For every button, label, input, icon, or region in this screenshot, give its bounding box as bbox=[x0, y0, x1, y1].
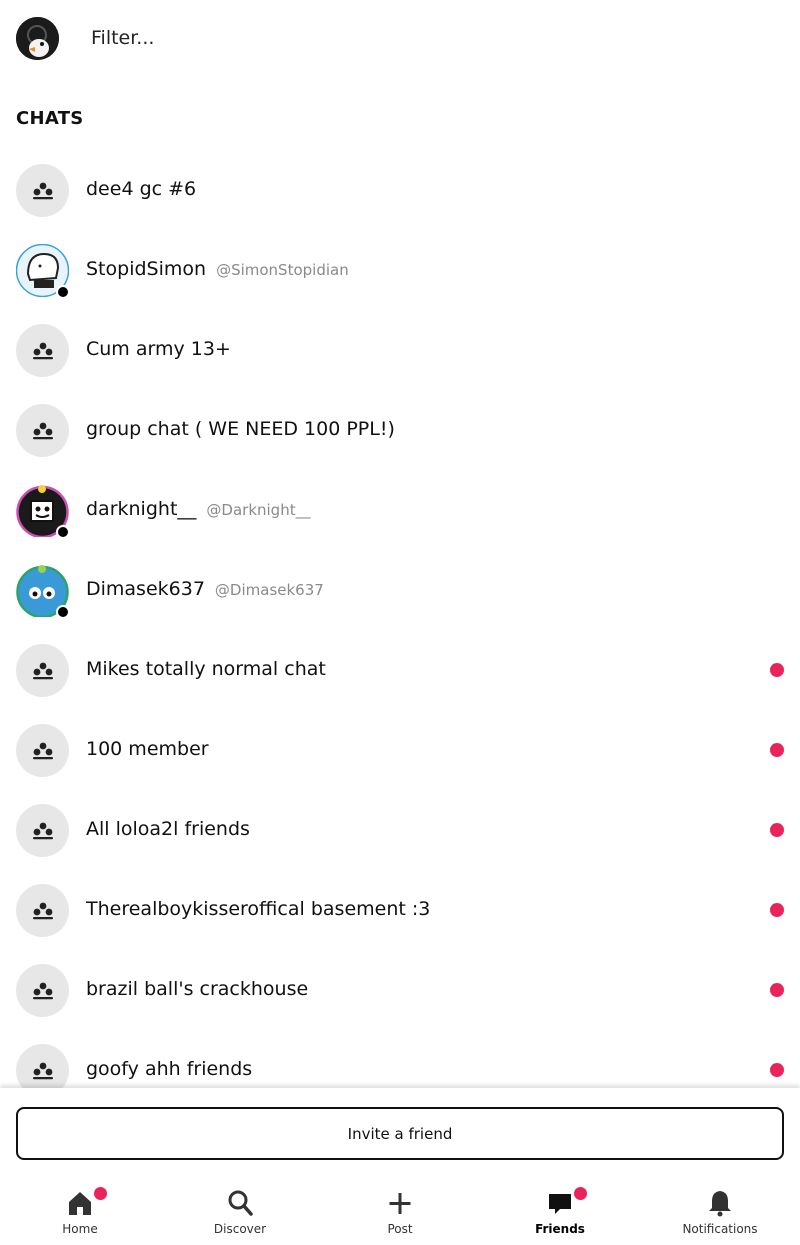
unread-indicator bbox=[770, 743, 784, 757]
chat-name: brazil ball's crackhouse bbox=[86, 978, 308, 1000]
group-avatar bbox=[16, 964, 69, 1017]
chat-row[interactable]: brazil ball's crackhouse bbox=[0, 950, 800, 1030]
chat-title: 100 member bbox=[86, 738, 209, 760]
filter-input[interactable]: Filter... bbox=[91, 27, 154, 49]
chat-row[interactable]: group chat ( WE NEED 100 PPL!) bbox=[0, 390, 800, 470]
group-avatar bbox=[16, 724, 69, 777]
group-avatar bbox=[16, 884, 69, 937]
chat-title: Therealboykisseroffical basement :3 bbox=[86, 898, 431, 920]
group-icon bbox=[32, 181, 54, 201]
group-icon bbox=[32, 661, 54, 681]
chat-name: darknight__ @Darknight__ bbox=[86, 498, 311, 520]
chat-name: Cum army 13+ bbox=[86, 338, 231, 360]
chat-name: Mikes totally normal chat bbox=[86, 658, 326, 680]
group-icon bbox=[32, 421, 54, 441]
group-avatar bbox=[16, 404, 69, 457]
nav-label: Friends bbox=[535, 1222, 585, 1236]
home-icon bbox=[64, 1188, 96, 1218]
chat-title: Cum army 13+ bbox=[86, 338, 231, 360]
chat-row[interactable]: Therealboykisseroffical basement :3 bbox=[0, 870, 800, 950]
chat-title: dee4 gc #6 bbox=[86, 178, 197, 200]
nav-label: Post bbox=[387, 1222, 413, 1236]
unread-indicator bbox=[770, 663, 784, 677]
chat-row[interactable]: Mikes totally normal chat bbox=[0, 630, 800, 710]
bell-icon bbox=[704, 1188, 736, 1218]
chat-icon bbox=[544, 1188, 576, 1218]
chat-row[interactable]: Cum army 13+ bbox=[0, 310, 800, 390]
chat-handle: @Dimasek637 bbox=[214, 581, 324, 599]
profile-avatar[interactable] bbox=[16, 17, 59, 60]
chat-title: goofy ahh friends bbox=[86, 1058, 253, 1080]
chat-title: darknight__ bbox=[86, 498, 197, 520]
chat-handle: @Darknight__ bbox=[206, 501, 311, 519]
group-icon bbox=[32, 981, 54, 1001]
unread-indicator bbox=[770, 983, 784, 997]
chat-handle: @SimonStopidian bbox=[216, 261, 349, 279]
invite-friend-button[interactable]: Invite a friend bbox=[16, 1107, 784, 1160]
group-avatar bbox=[16, 164, 69, 217]
bottom-panel: Invite a friend Home Discover Post Friends N… bbox=[0, 1088, 800, 1245]
chat-title: StopidSimon bbox=[86, 258, 207, 280]
nav-label: Discover bbox=[213, 1222, 267, 1236]
chat-row[interactable]: All loloa2l friends bbox=[0, 790, 800, 870]
group-icon bbox=[32, 741, 54, 761]
online-indicator bbox=[56, 285, 70, 299]
online-indicator bbox=[56, 605, 70, 619]
nav-home[interactable]: Home bbox=[0, 1184, 160, 1245]
chat-title: brazil ball's crackhouse bbox=[86, 978, 309, 1000]
notification-badge bbox=[574, 1187, 587, 1200]
nav-label: Home bbox=[62, 1222, 98, 1236]
chat-title: All loloa2l friends bbox=[86, 818, 250, 840]
plus-icon bbox=[384, 1188, 416, 1218]
chat-name: dee4 gc #6 bbox=[86, 178, 196, 200]
chat-row[interactable]: StopidSimon @SimonStopidian bbox=[0, 230, 800, 310]
chat-row[interactable]: darknight__ @Darknight__ bbox=[0, 470, 800, 550]
top-bar: Filter... bbox=[0, 0, 800, 80]
unread-indicator bbox=[770, 903, 784, 917]
group-icon bbox=[32, 341, 54, 361]
group-avatar bbox=[16, 804, 69, 857]
nav-post[interactable]: Post bbox=[320, 1184, 480, 1245]
group-avatar bbox=[16, 324, 69, 377]
nav-friends[interactable]: Friends bbox=[480, 1184, 640, 1245]
chat-title: Mikes totally normal chat bbox=[86, 658, 326, 680]
group-icon bbox=[32, 901, 54, 921]
chat-row[interactable]: Dimasek637 @Dimasek637 bbox=[0, 550, 800, 630]
unread-indicator bbox=[770, 823, 784, 837]
goose-avatar-icon bbox=[16, 17, 59, 60]
search-icon bbox=[224, 1188, 256, 1218]
nav-discover[interactable]: Discover bbox=[160, 1184, 320, 1245]
group-icon bbox=[32, 821, 54, 841]
chat-name: goofy ahh friends bbox=[86, 1058, 252, 1080]
chat-row[interactable]: 100 member bbox=[0, 710, 800, 790]
chat-name: StopidSimon @SimonStopidian bbox=[86, 258, 349, 280]
unread-indicator bbox=[770, 1063, 784, 1077]
online-indicator bbox=[56, 525, 70, 539]
chat-name: 100 member bbox=[86, 738, 209, 760]
chat-row[interactable]: dee4 gc #6 bbox=[0, 150, 800, 230]
bottom-nav: Home Discover Post Friends Notifications bbox=[0, 1184, 800, 1245]
group-avatar bbox=[16, 644, 69, 697]
chat-name: Dimasek637 @Dimasek637 bbox=[86, 578, 324, 600]
chat-name: All loloa2l friends bbox=[86, 818, 250, 840]
group-icon bbox=[32, 1061, 54, 1081]
chat-name: Therealboykisseroffical basement :3 bbox=[86, 898, 430, 920]
chat-name: group chat ( WE NEED 100 PPL!) bbox=[86, 418, 395, 440]
nav-notifications[interactable]: Notifications bbox=[640, 1184, 800, 1245]
chat-title: group chat ( WE NEED 100 PPL!) bbox=[86, 418, 395, 440]
notification-badge bbox=[94, 1187, 107, 1200]
nav-label: Notifications bbox=[682, 1222, 758, 1236]
section-title-chats: CHATS bbox=[16, 108, 84, 129]
chat-title: Dimasek637 bbox=[86, 578, 205, 600]
